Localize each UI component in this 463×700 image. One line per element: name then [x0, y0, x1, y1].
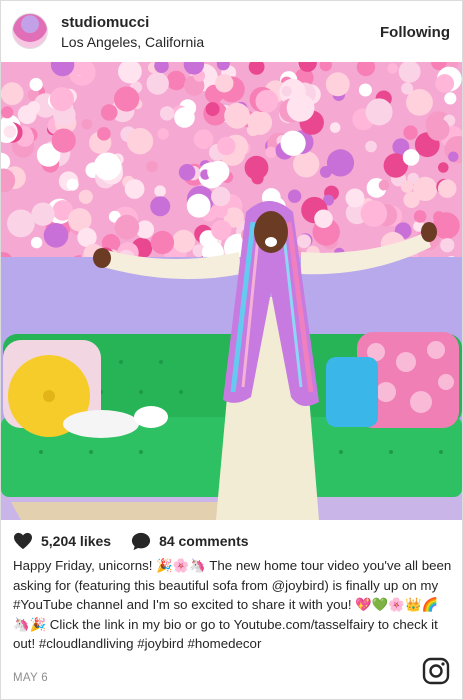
- flower: [247, 110, 273, 135]
- instagram-post-card: studiomucci Los Angeles, California Foll…: [0, 0, 463, 700]
- flower: [345, 188, 365, 208]
- flower: [329, 122, 341, 133]
- flower: [401, 82, 414, 95]
- flower: [326, 149, 355, 177]
- flower: [426, 118, 450, 141]
- flower: [51, 128, 76, 153]
- flower: [78, 189, 93, 204]
- flower: [150, 230, 175, 255]
- flower: [7, 209, 35, 238]
- flower: [265, 146, 277, 159]
- flower: [287, 189, 302, 203]
- flower: [387, 63, 399, 74]
- heart-icon: [14, 532, 32, 550]
- flower: [100, 104, 118, 121]
- flower: [186, 193, 211, 218]
- flower: [281, 86, 292, 97]
- following-button[interactable]: Following: [380, 24, 450, 41]
- flower: [211, 186, 231, 207]
- flower: [126, 128, 154, 155]
- flower: [97, 127, 111, 141]
- location[interactable]: Los Angeles, California: [61, 34, 204, 50]
- comment-button[interactable]: 84 comments: [131, 532, 249, 551]
- flower: [150, 196, 171, 217]
- flower: [448, 151, 459, 162]
- flower: [403, 191, 420, 208]
- flower: [413, 210, 427, 223]
- flower: [280, 130, 306, 156]
- coffee-table: [11, 502, 231, 520]
- flower: [31, 202, 55, 226]
- action-bar: 5,204 likes 84 comments: [13, 531, 269, 551]
- flower: [286, 93, 315, 122]
- flower: [1, 106, 14, 119]
- instagram-icon[interactable]: [422, 657, 450, 685]
- flower: [1, 82, 24, 106]
- flower: [93, 152, 122, 181]
- post-header: studiomucci Los Angeles, California Foll…: [1, 1, 462, 62]
- flower: [297, 234, 312, 249]
- photo-illustration: [1, 62, 462, 520]
- flower: [114, 86, 140, 112]
- post-photo[interactable]: [1, 62, 462, 520]
- flower: [43, 223, 69, 248]
- flower: [314, 209, 333, 229]
- flower: [30, 236, 43, 249]
- flower: [244, 155, 269, 180]
- flower: [400, 180, 414, 193]
- flower: [207, 160, 230, 183]
- like-button[interactable]: 5,204 likes: [13, 532, 111, 550]
- flower: [365, 98, 393, 126]
- flower: [360, 200, 388, 227]
- flower: [437, 179, 457, 198]
- flower: [27, 101, 41, 114]
- flower: [193, 129, 214, 150]
- speech-bubble-icon: [131, 532, 151, 550]
- flower: [438, 162, 449, 173]
- post-caption: Happy Friday, unicorns! 🎉🌸🦄 The new home…: [13, 558, 452, 651]
- flower: [444, 92, 457, 105]
- flower: [29, 77, 43, 92]
- flower: [146, 72, 169, 95]
- flower: [325, 72, 350, 97]
- flower: [217, 136, 236, 156]
- flower: [178, 164, 196, 181]
- flower: [440, 238, 455, 253]
- flower: [255, 89, 279, 113]
- flower: [215, 74, 234, 93]
- flower: [365, 140, 377, 153]
- flower: [159, 106, 175, 121]
- flower: [172, 229, 196, 253]
- flower: [3, 125, 17, 138]
- white-dog: [63, 410, 139, 438]
- flower: [435, 74, 455, 93]
- blue-pillow: [326, 357, 378, 427]
- comments-count: 84 comments: [159, 533, 249, 549]
- username[interactable]: studiomucci: [61, 14, 149, 31]
- flower: [224, 102, 251, 129]
- flower: [146, 160, 158, 173]
- flower: [154, 185, 166, 197]
- flower: [66, 178, 79, 191]
- flower: [433, 211, 445, 223]
- flower: [49, 87, 74, 112]
- flower: [114, 214, 140, 240]
- flower: [378, 179, 390, 191]
- flower: [157, 128, 169, 140]
- flower: [124, 179, 145, 199]
- flower: [403, 125, 418, 140]
- flower: [211, 220, 232, 241]
- post-date: MAY 6: [13, 672, 48, 684]
- flower: [402, 149, 420, 166]
- flower: [166, 70, 186, 91]
- flower: [358, 83, 372, 97]
- likes-count: 5,204 likes: [41, 533, 112, 549]
- flower: [205, 102, 220, 117]
- flower: [81, 119, 93, 130]
- avatar[interactable]: [12, 13, 48, 49]
- flower: [174, 107, 195, 128]
